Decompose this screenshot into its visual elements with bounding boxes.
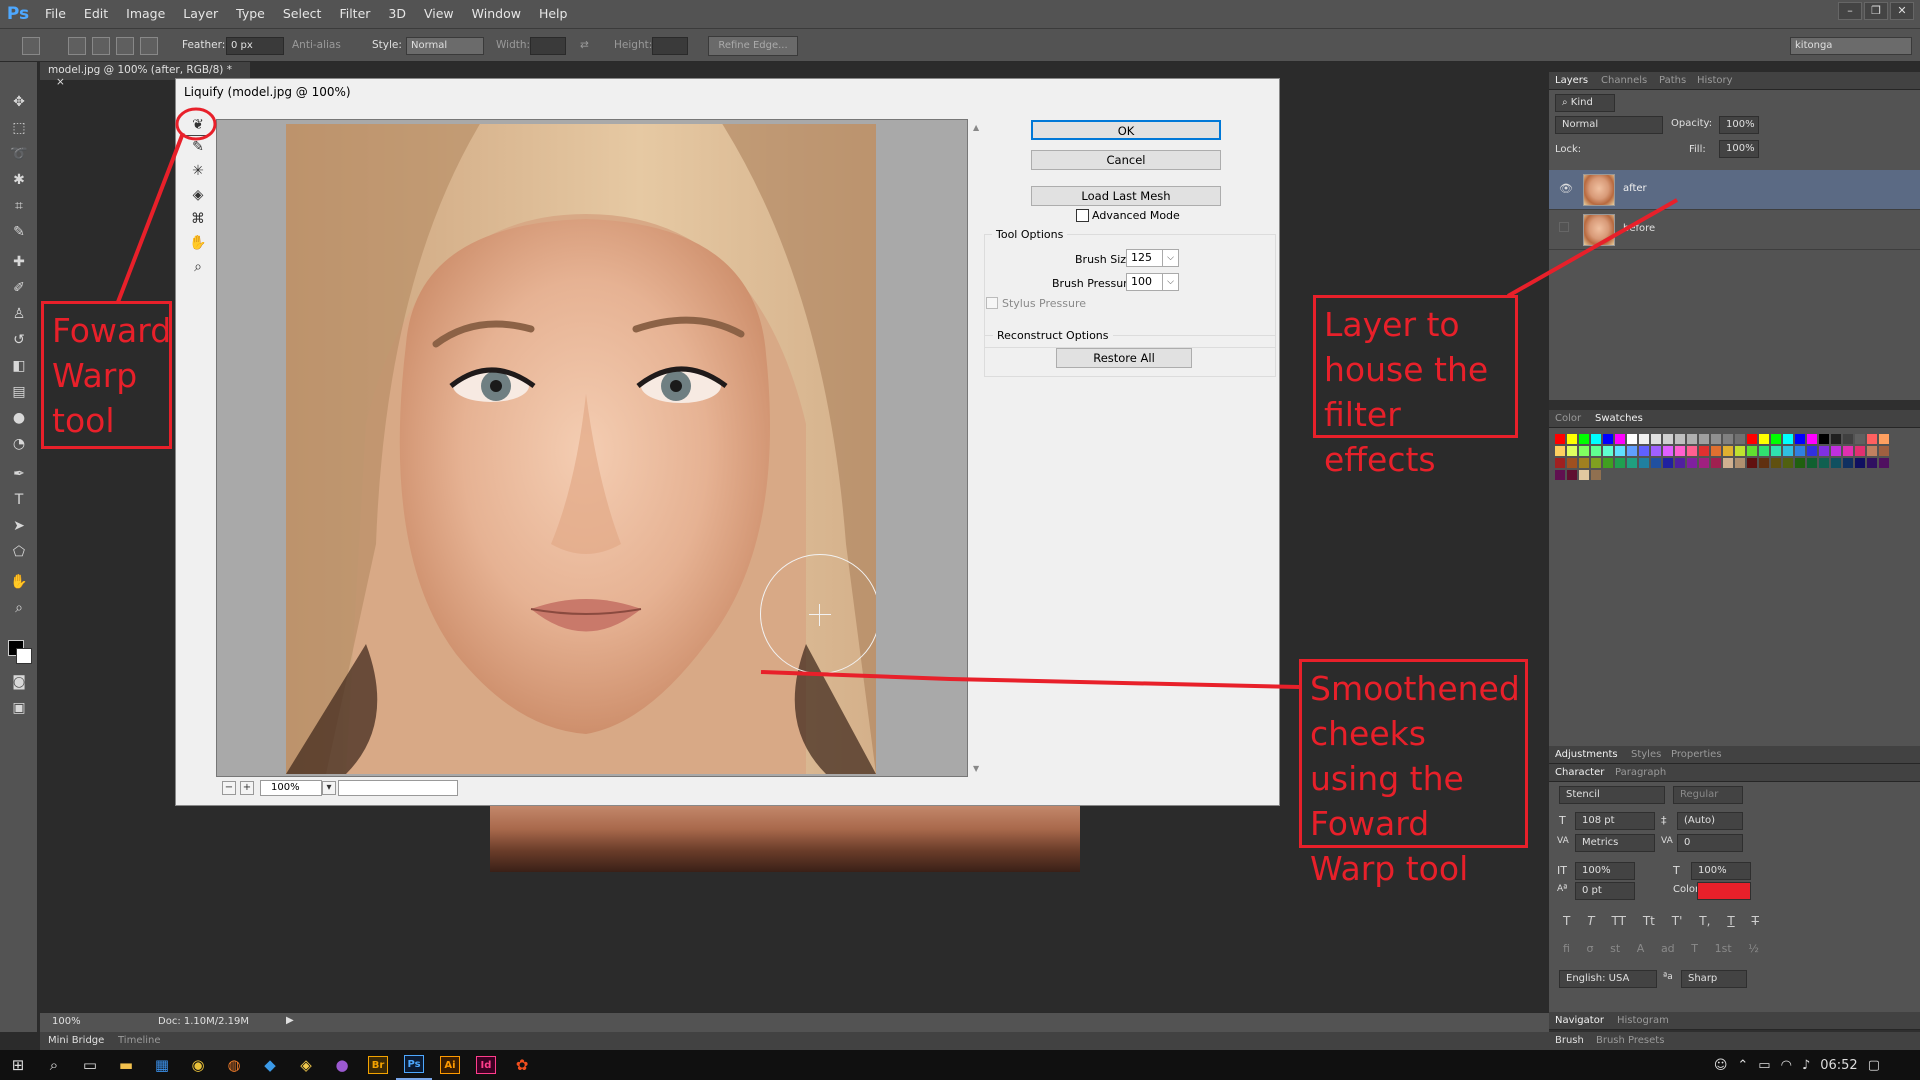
status-doc-size: Doc: 1.10M/2.19M [158, 1016, 250, 1027]
smoothened-pointer [760, 670, 1300, 689]
annotation-lines [116, 107, 1678, 689]
bridge-app[interactable]: Br [360, 1050, 396, 1080]
search-icon[interactable]: ⌕ [36, 1050, 72, 1080]
chrome-icon[interactable]: ◉ [180, 1050, 216, 1080]
tab-brush[interactable]: Brush [1555, 1035, 1584, 1046]
store-icon[interactable]: ▦ [144, 1050, 180, 1080]
clock[interactable]: 06:52 [1820, 1058, 1857, 1073]
vscode-icon[interactable]: ◆ [252, 1050, 288, 1080]
sourcetree-icon[interactable]: ◈ [288, 1050, 324, 1080]
battery-icon[interactable]: ▭ [1758, 1058, 1770, 1073]
windows-taskbar: ⊞ ⌕ ▭ ▬ ▦ ◉ ◍ ◆ ◈ ● Br Ps Ai Id ✿ ☺ ⌃ ▭ … [0, 1050, 1920, 1080]
chevron-up-icon[interactable]: ⌃ [1737, 1058, 1748, 1073]
wifi-icon[interactable]: ◠ [1781, 1058, 1792, 1073]
tab-timeline[interactable]: Timeline [118, 1035, 161, 1046]
bottom-panel-tabs: Mini Bridge Timeline Brush Brush Presets [40, 1032, 1920, 1050]
photoshop-app[interactable]: Ps [396, 1050, 432, 1080]
firefox-icon[interactable]: ◍ [216, 1050, 252, 1080]
task-view-icon[interactable]: ▭ [72, 1050, 108, 1080]
forward-warp-pointer [116, 132, 185, 303]
tab-mini-bridge[interactable]: Mini Bridge [48, 1035, 104, 1046]
illustrator-icon: Ai [440, 1056, 460, 1074]
volume-icon[interactable]: ♪ [1802, 1058, 1810, 1073]
figma-icon[interactable]: ✿ [504, 1050, 540, 1080]
windows-start-icon[interactable]: ⊞ [0, 1050, 36, 1080]
media-app-icon[interactable]: ● [324, 1050, 360, 1080]
indesign-app[interactable]: Id [468, 1050, 504, 1080]
notifications-icon[interactable]: ▢ [1868, 1058, 1880, 1073]
file-explorer-icon[interactable]: ▬ [108, 1050, 144, 1080]
bridge-icon: Br [368, 1056, 388, 1074]
layer-pointer [1507, 198, 1678, 298]
system-tray: ☺ ⌃ ▭ ◠ ♪ 06:52 ▢ [1714, 1050, 1880, 1080]
status-bar: 100% Doc: 1.10M/2.19M ▶ [40, 1012, 1549, 1032]
people-icon[interactable]: ☺ [1714, 1058, 1728, 1073]
illustrator-app[interactable]: Ai [432, 1050, 468, 1080]
tab-brush-presets[interactable]: Brush Presets [1596, 1035, 1664, 1046]
photoshop-icon: Ps [404, 1055, 424, 1073]
status-arrow-icon[interactable]: ▶ [286, 1015, 294, 1026]
status-zoom: 100% [52, 1016, 81, 1027]
indesign-icon: Id [476, 1056, 496, 1074]
